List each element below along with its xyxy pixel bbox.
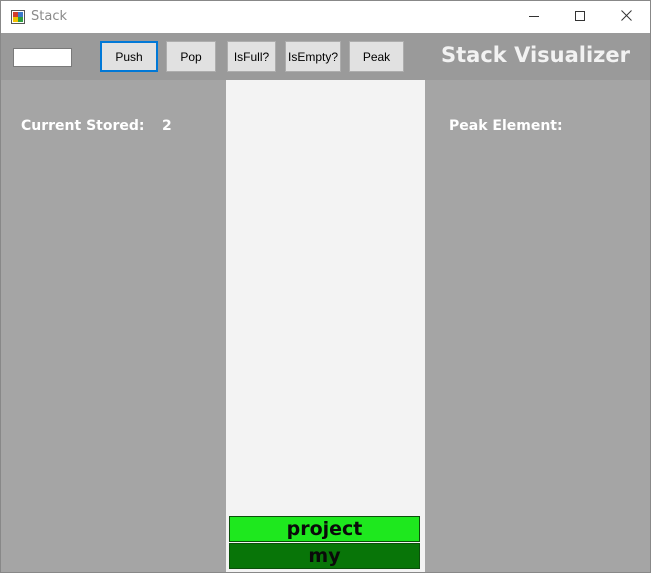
push-button[interactable]: Push — [100, 41, 158, 72]
close-button[interactable] — [603, 1, 649, 33]
isempty-button[interactable]: IsEmpty? — [285, 41, 341, 72]
value-input[interactable] — [13, 48, 72, 67]
window-title: Stack — [31, 9, 67, 24]
minimize-icon — [529, 8, 539, 26]
isfull-button[interactable]: IsFull? — [227, 41, 276, 72]
maximize-button[interactable] — [557, 1, 603, 33]
title-bar[interactable]: Stack — [1, 1, 650, 33]
stack-item-top: project — [229, 516, 420, 542]
app-title: Stack Visualizer — [441, 43, 630, 67]
app-window-icon — [11, 10, 25, 24]
current-stored-value: 2 — [162, 118, 172, 134]
stack-item-bottom: my — [229, 543, 420, 569]
app-window: Stack Push Pop IsFull? IsEmpty? Peak Sta… — [0, 0, 651, 573]
peak-button[interactable]: Peak — [349, 41, 404, 72]
stack-area: project my — [226, 80, 425, 572]
pop-button[interactable]: Pop — [166, 41, 216, 72]
minimize-button[interactable] — [511, 1, 557, 33]
close-icon — [620, 8, 632, 26]
maximize-icon — [575, 8, 585, 26]
current-stored-label: Current Stored: — [21, 118, 145, 134]
peak-element-label: Peak Element: — [449, 118, 563, 134]
toolbar: Push Pop IsFull? IsEmpty? Peak Stack Vis… — [1, 33, 650, 80]
